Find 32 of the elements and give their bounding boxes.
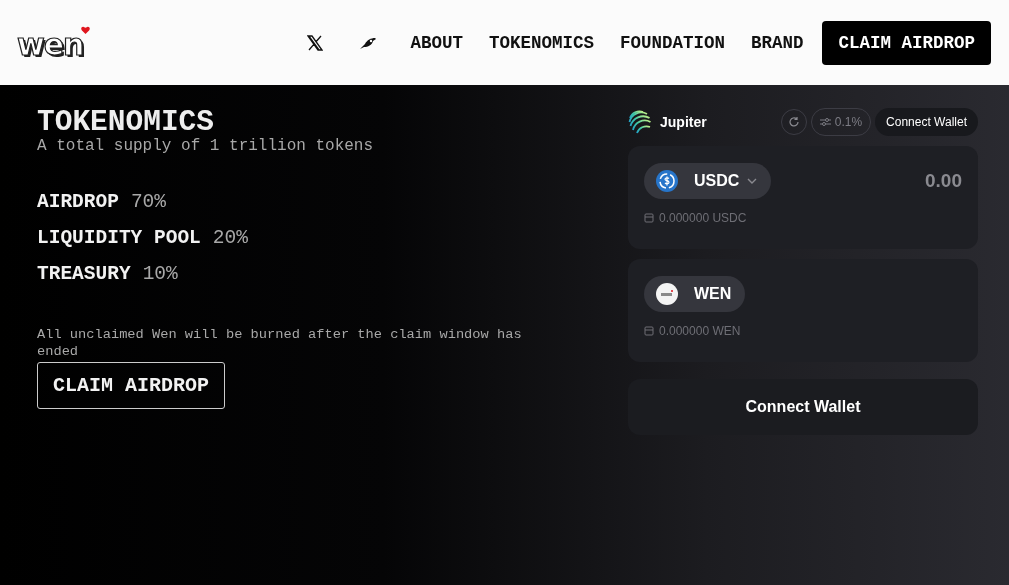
nav-link[interactable]: ABOUT bbox=[397, 24, 476, 61]
nav-link[interactable]: BRAND bbox=[737, 24, 817, 61]
connect-wallet-button[interactable]: Connect Wallet bbox=[875, 108, 978, 136]
subtitle: A total supply of 1 trillion tokens bbox=[37, 137, 375, 155]
section-title: TOKENOMICS bbox=[37, 107, 216, 137]
allocation-share: 10% bbox=[142, 263, 178, 286]
usdc-coin-icon bbox=[656, 170, 678, 192]
refresh-icon bbox=[787, 116, 800, 128]
claim-airdrop-button[interactable]: CLAIM AIRDROP bbox=[822, 20, 991, 65]
claim-airdrop-button[interactable]: CLAIM AIRDROP bbox=[37, 362, 226, 409]
token-balance: 0.000000 WEN bbox=[659, 324, 741, 338]
wen-coin-icon bbox=[656, 283, 678, 305]
allocation-share: 70% bbox=[130, 191, 167, 214]
brand-name: Jupiter bbox=[660, 114, 708, 130]
token-balance: 0.000000 USDC bbox=[659, 211, 747, 225]
wallet-icon bbox=[644, 213, 654, 223]
nav-link[interactable]: FOUNDATION bbox=[606, 24, 738, 61]
jupiter-logo-icon bbox=[628, 110, 652, 134]
allocation-share: 20% bbox=[212, 227, 248, 250]
allocation-name: AIRDROP bbox=[37, 191, 119, 214]
nav-link[interactable]: TOKENOMICS bbox=[475, 24, 607, 61]
sliders-icon bbox=[819, 117, 831, 127]
allocation-name: TREASURY bbox=[37, 263, 131, 286]
logo[interactable]: wen bbox=[17, 29, 84, 60]
allocation-name: LIQUIDITY POOL bbox=[37, 227, 201, 250]
connect-wallet-button[interactable]: Connect Wallet bbox=[628, 379, 978, 435]
wallet-icon bbox=[644, 326, 654, 336]
token-selector[interactable]: WEN bbox=[644, 276, 746, 312]
burn-note: All unclaimed Wen will be burned after the claim window has ended bbox=[37, 326, 523, 360]
amount-value[interactable]: 0.00 bbox=[925, 170, 962, 192]
token-selector[interactable]: USDC bbox=[644, 163, 772, 199]
heart-icon bbox=[81, 25, 91, 34]
